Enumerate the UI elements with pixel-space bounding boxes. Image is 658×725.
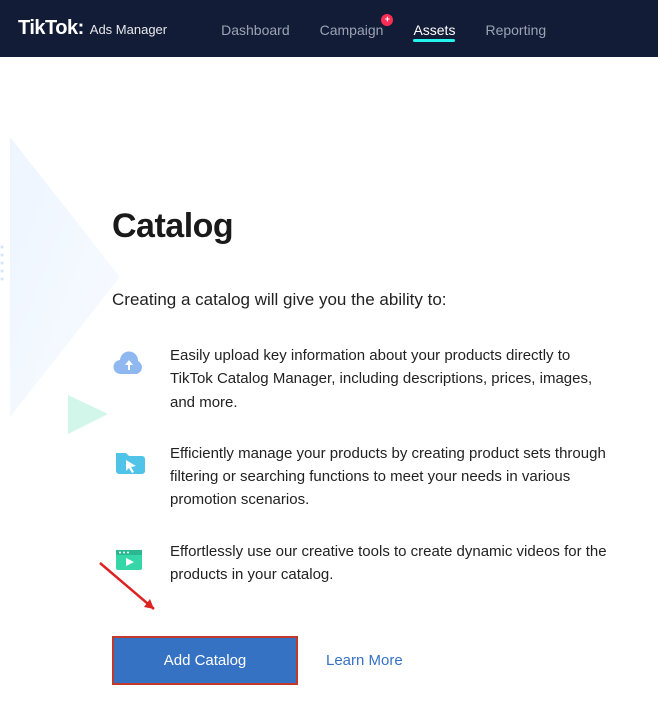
feature-text: Efficiently manage your products by crea… [170, 442, 610, 512]
nav-label: Assets [413, 22, 455, 38]
intro-text: Creating a catalog will give you the abi… [112, 290, 610, 310]
feature-upload: Easily upload key information about your… [112, 344, 610, 414]
feature-manage: Efficiently manage your products by crea… [112, 442, 610, 512]
nav-item-campaign[interactable]: Campaign+ [320, 4, 384, 54]
nav-label: Campaign [320, 22, 384, 38]
nav-items: Dashboard Campaign+ Assets Reporting [221, 4, 546, 54]
folder-pointer-icon [112, 444, 146, 478]
feature-list: Easily upload key information about your… [112, 344, 610, 586]
top-nav: TikTok: Ads Manager Dashboard Campaign+ … [0, 0, 658, 57]
video-play-icon [112, 542, 146, 576]
brand-sub: Ads Manager [90, 22, 167, 37]
cloud-upload-icon [112, 346, 146, 380]
brand: TikTok: Ads Manager [18, 17, 167, 40]
nav-label: Reporting [485, 22, 546, 38]
feature-text: Easily upload key information about your… [170, 344, 610, 414]
nav-label: Dashboard [221, 22, 290, 38]
nav-item-dashboard[interactable]: Dashboard [221, 4, 290, 54]
brand-logo: TikTok: [18, 17, 84, 40]
learn-more-link[interactable]: Learn More [326, 652, 403, 669]
page-title: Catalog [112, 207, 610, 246]
nav-item-reporting[interactable]: Reporting [485, 4, 546, 54]
nav-item-assets[interactable]: Assets [413, 4, 455, 54]
add-catalog-button[interactable]: Add Catalog [112, 636, 298, 685]
page-body: Catalog Creating a catalog will give you… [0, 57, 658, 725]
action-row: Add Catalog Learn More [112, 636, 610, 685]
feature-video: Effortlessly use our creative tools to c… [112, 540, 610, 587]
plus-badge: + [381, 14, 393, 26]
content: Catalog Creating a catalog will give you… [0, 57, 658, 725]
feature-text: Effortlessly use our creative tools to c… [170, 540, 610, 587]
